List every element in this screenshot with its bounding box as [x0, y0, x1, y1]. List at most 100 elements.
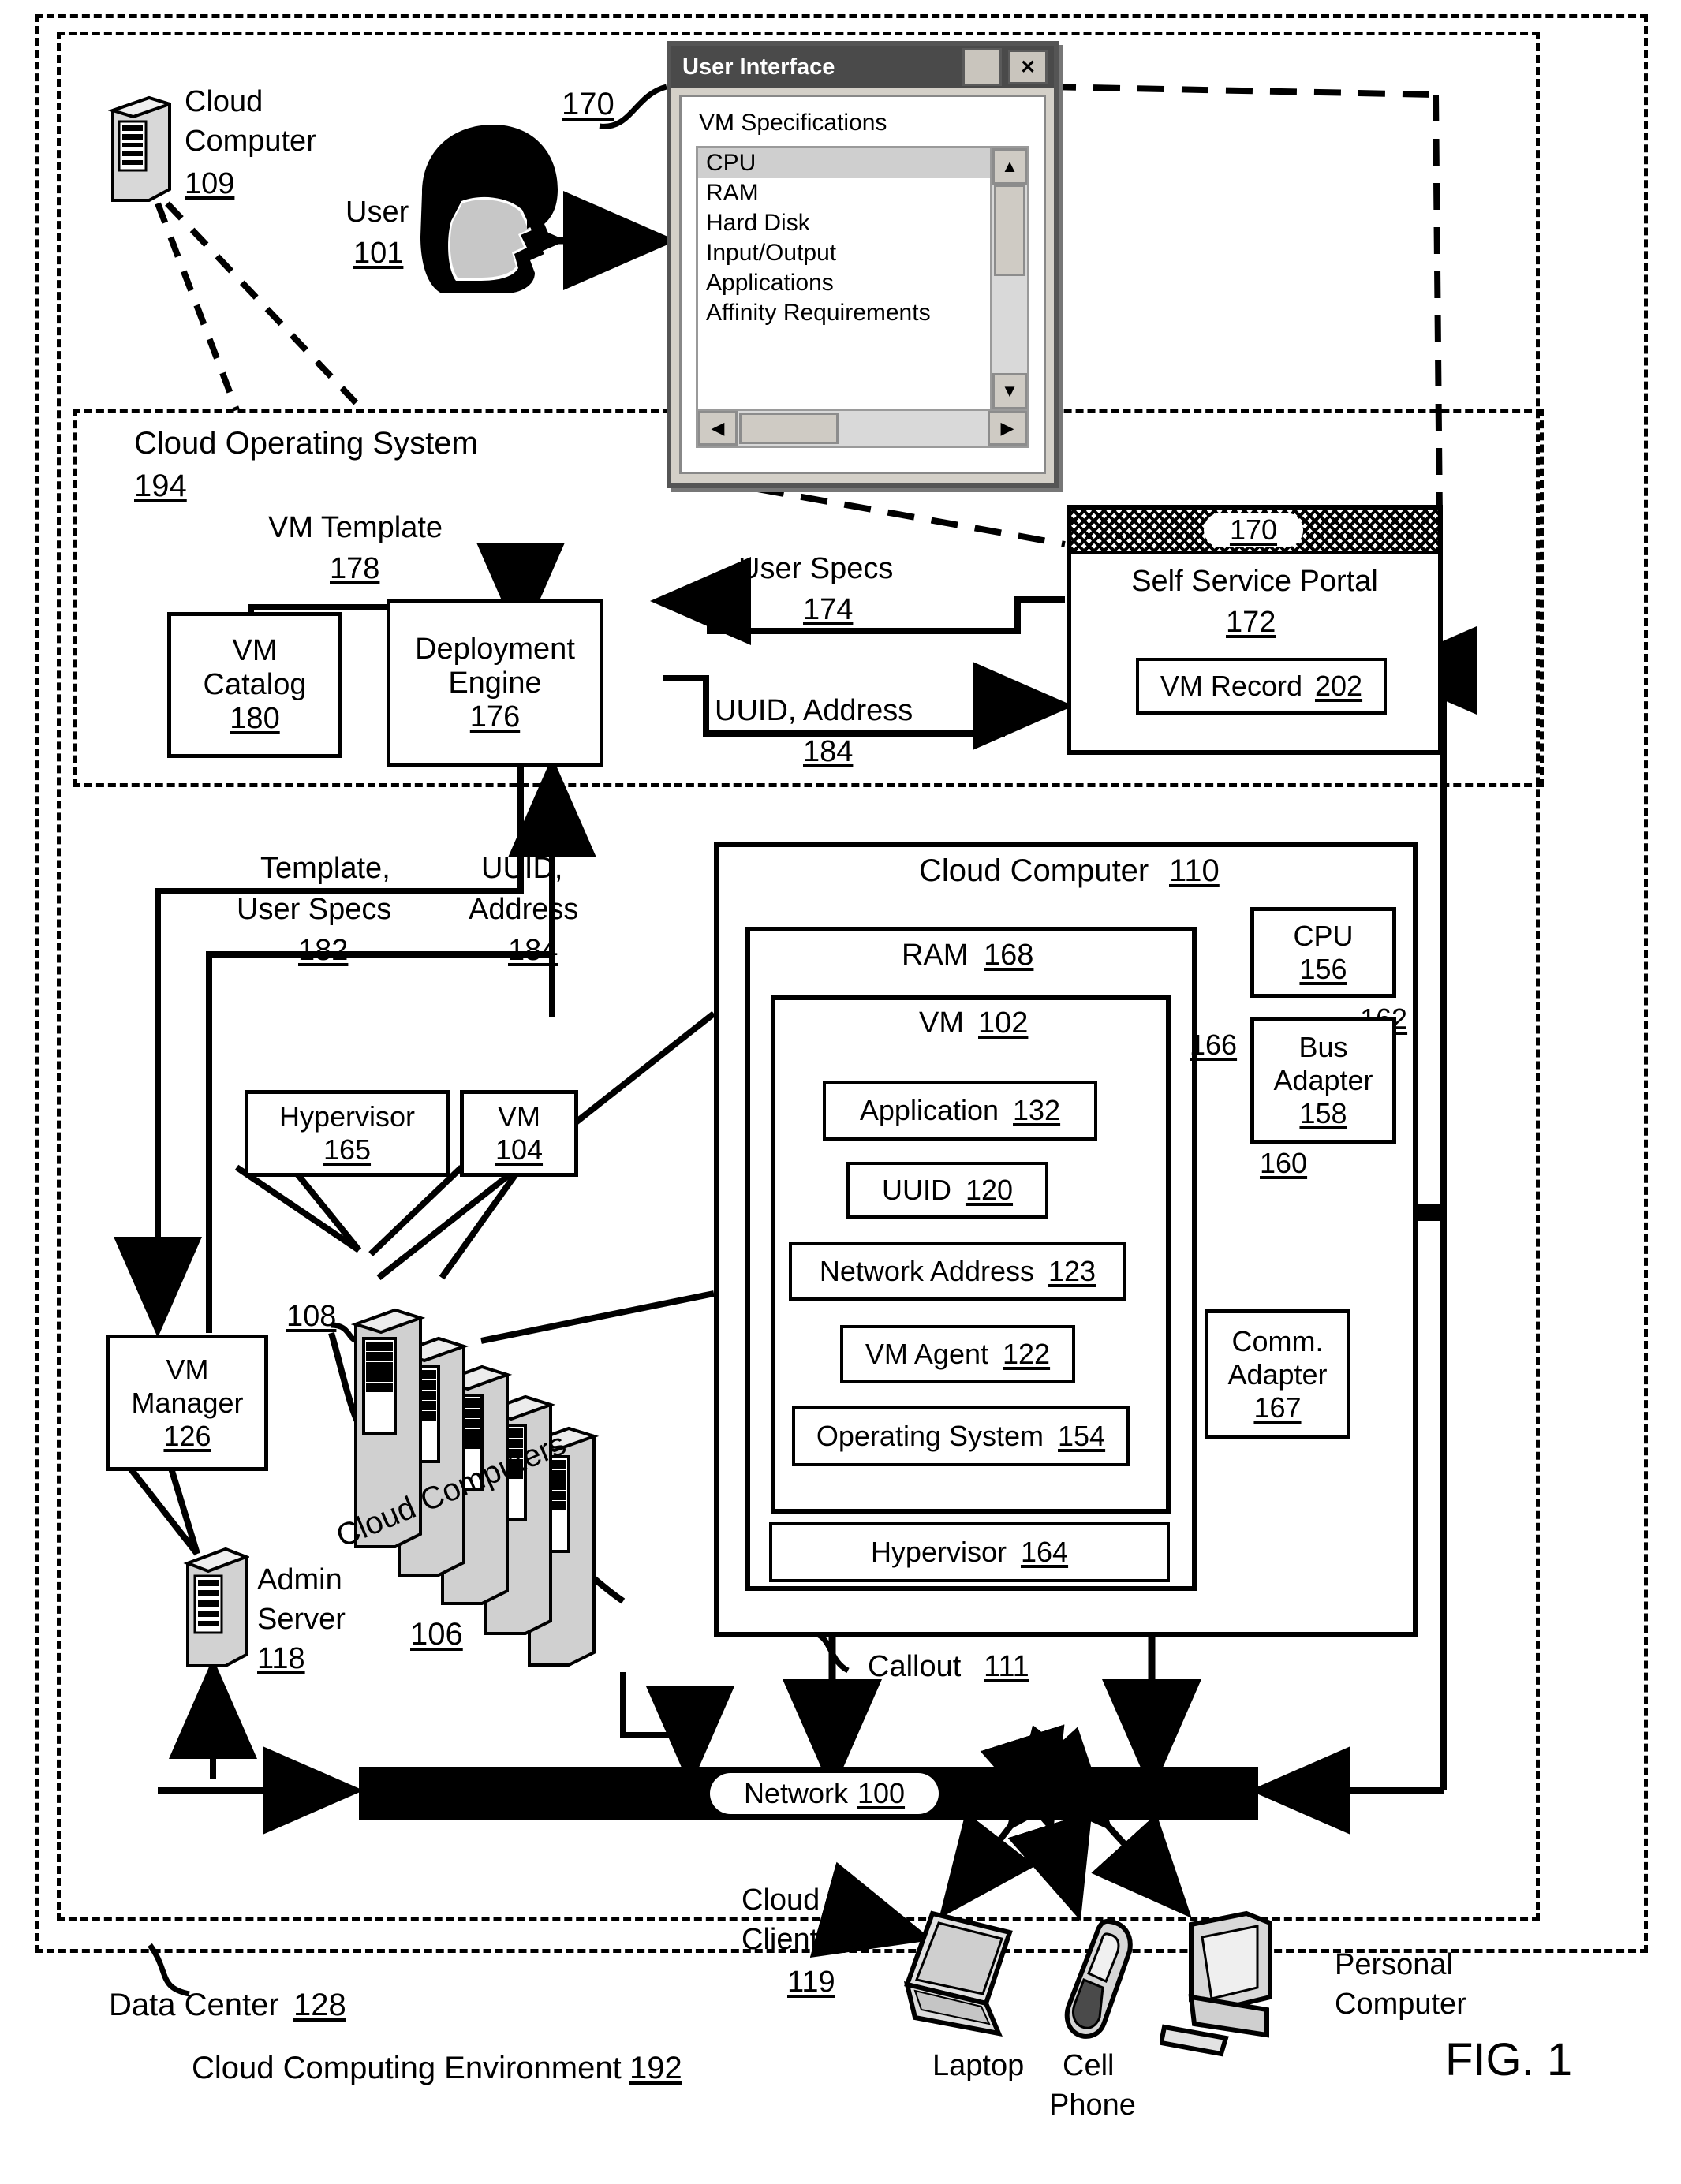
horizontal-scrollbar[interactable]: ◀ ▶ [698, 409, 1027, 446]
vm-104-box[interactable]: VM 104 [460, 1090, 578, 1177]
deployment-engine-label-line1: Deployment [415, 632, 575, 666]
vm-catalog-label-line1: VM [232, 634, 278, 667]
list-items-container: CPU RAM Hard Disk Input/Output Applicati… [698, 148, 991, 409]
user-interface-window[interactable]: User Interface _ ✕ VM Specifications CPU… [667, 41, 1059, 488]
callout-111-label: Callout [868, 1650, 962, 1683]
vm-catalog-box[interactable]: VM Catalog 180 [167, 612, 342, 758]
admin-server-label-line1: Admin [257, 1563, 342, 1596]
minimize-button[interactable]: _ [962, 48, 1002, 86]
scroll-down-icon[interactable]: ▼ [992, 373, 1027, 409]
vm-manager-label-line2: Manager [131, 1386, 244, 1419]
vm-record-box[interactable]: VM Record 202 [1136, 658, 1387, 715]
template-user-specs-label-line1: Template, [260, 852, 390, 885]
bus-166-ref: 166 [1190, 1029, 1238, 1061]
hypervisor-164-ref: 164 [1020, 1536, 1069, 1568]
vm-catalog-ref: 180 [230, 702, 280, 735]
hypervisor-165-box[interactable]: Hypervisor 165 [245, 1090, 450, 1177]
application-132-box[interactable]: Application 132 [823, 1081, 1097, 1141]
cloud-clients-label-line1: Cloud [742, 1883, 820, 1917]
self-service-portal-ref: 172 [1226, 606, 1276, 639]
data-center-label: Data Center [109, 1988, 279, 2022]
vm-agent-122-box[interactable]: VM Agent 122 [840, 1325, 1075, 1383]
user-ref: 101 [353, 237, 404, 270]
uuid-address-top-label: UUID, Address [715, 694, 913, 727]
deployment-engine-ref: 176 [469, 700, 521, 734]
hypervisor-165-ref: 165 [323, 1133, 372, 1166]
self-service-portal-label: Self Service Portal [1131, 565, 1378, 598]
network-address-123-box[interactable]: Network Address 123 [789, 1242, 1126, 1301]
vm-specifications-list[interactable]: CPU RAM Hard Disk Input/Output Applicati… [696, 146, 1029, 448]
cpu-156-label: CPU [1293, 919, 1354, 952]
uuid-120-ref: 120 [965, 1174, 1014, 1206]
ui-window-callout-ref: 170 [562, 87, 614, 121]
network-address-123-label: Network Address [819, 1255, 1035, 1287]
cloud-computer-109-ref: 109 [185, 167, 235, 200]
cloud-operating-system-ref: 194 [134, 469, 187, 503]
list-item[interactable]: RAM [698, 178, 991, 208]
vm-manager-box[interactable]: VM Manager 126 [106, 1335, 268, 1471]
horizontal-scroll-thumb[interactable] [739, 413, 839, 444]
comm-adapter-167-box[interactable]: Comm. Adapter 167 [1205, 1309, 1350, 1439]
cpu-156-box[interactable]: CPU 156 [1250, 907, 1396, 998]
figure-label: FIG. 1 [1445, 2034, 1573, 2085]
scroll-up-icon[interactable]: ▲ [992, 148, 1027, 185]
window-body: VM Specifications CPU RAM Hard Disk Inpu… [679, 95, 1046, 474]
hypervisor-165-label: Hypervisor [278, 1100, 416, 1133]
vm-template-ref: 178 [330, 552, 380, 585]
personal-computer-label-line1: Personal [1335, 1948, 1453, 1981]
laptop-label: Laptop [932, 2049, 1025, 2082]
personal-computer-label-line2: Computer [1335, 1988, 1466, 2021]
cloud-clients-label-line2: Clients [742, 1923, 834, 1956]
network-ref: 100 [857, 1777, 906, 1809]
user-specs-ref: 174 [803, 593, 854, 626]
figure-canvas: Cloud Computer 109 User 101 170 User Int… [0, 0, 1681, 2184]
admin-server-label-line2: Server [257, 1603, 346, 1636]
cpu-156-ref: 156 [1299, 952, 1347, 985]
vertical-scroll-thumb[interactable] [994, 185, 1025, 276]
cloud-computing-environment-ref: 192 [629, 2051, 682, 2085]
scroll-right-icon[interactable]: ▶ [988, 411, 1027, 446]
list-item[interactable]: CPU [698, 148, 991, 178]
uuid-address-top-ref: 184 [803, 735, 854, 768]
template-user-specs-ref: 182 [298, 934, 349, 967]
window-titlebar: User Interface _ ✕ [671, 46, 1054, 88]
application-132-ref: 132 [1013, 1094, 1061, 1126]
vm-manager-label-line1: VM [166, 1353, 209, 1386]
vm-manager-ref: 126 [163, 1419, 211, 1452]
application-132-label: Application [859, 1094, 999, 1126]
uuid-120-box[interactable]: UUID 120 [846, 1162, 1048, 1219]
network-label-pill: Network 100 [710, 1773, 939, 1814]
list-item[interactable]: Input/Output [698, 238, 991, 268]
personal-computer-icon [1158, 1909, 1325, 2059]
cloud-computer-109-label-line1: Cloud [185, 85, 263, 118]
comm-adapter-167-ref: 167 [1253, 1391, 1302, 1424]
bus-adapter-158-label-line1: Bus [1298, 1031, 1348, 1063]
cloud-computer-109-icon [107, 93, 175, 203]
bus-adapter-158-box[interactable]: Bus Adapter 158 [1250, 1017, 1396, 1144]
scroll-left-icon[interactable]: ◀ [698, 411, 738, 446]
vertical-scrollbar[interactable]: ▲ ▼ [990, 148, 1027, 409]
callout-111-ref: 111 [984, 1650, 1029, 1683]
deployment-engine-box[interactable]: Deployment Engine 176 [387, 599, 603, 767]
list-item[interactable]: Hard Disk [698, 208, 991, 238]
window-title: User Interface [682, 54, 835, 80]
vm-104-ref: 104 [495, 1133, 544, 1166]
self-service-portal-box[interactable]: 170 Self Service Portal 172 VM Record 20… [1067, 505, 1443, 755]
close-button[interactable]: ✕ [1008, 50, 1048, 84]
user-label: User [346, 196, 409, 229]
vm-agent-122-ref: 122 [1003, 1338, 1051, 1370]
ram-168-label: RAM [902, 939, 969, 972]
comm-adapter-167-label-line2: Adapter [1227, 1357, 1328, 1391]
bus-adapter-158-label-line2: Adapter [1273, 1064, 1373, 1096]
cloud-clients-ref: 119 [787, 1966, 835, 1999]
list-item[interactable]: Affinity Requirements [698, 298, 991, 328]
bus-160-ref: 160 [1260, 1147, 1308, 1179]
comm-adapter-167-label-line1: Comm. [1231, 1324, 1324, 1357]
cloud-computer-110-ref: 110 [1169, 853, 1220, 888]
hypervisor-164-box[interactable]: Hypervisor 164 [769, 1522, 1170, 1582]
admin-server-ref: 118 [257, 1642, 305, 1675]
cell-phone-icon [1057, 1917, 1144, 2051]
operating-system-154-box[interactable]: Operating System 154 [792, 1406, 1130, 1466]
list-item[interactable]: Applications [698, 268, 991, 298]
portal-band-ref-pill: 170 [1204, 513, 1303, 547]
